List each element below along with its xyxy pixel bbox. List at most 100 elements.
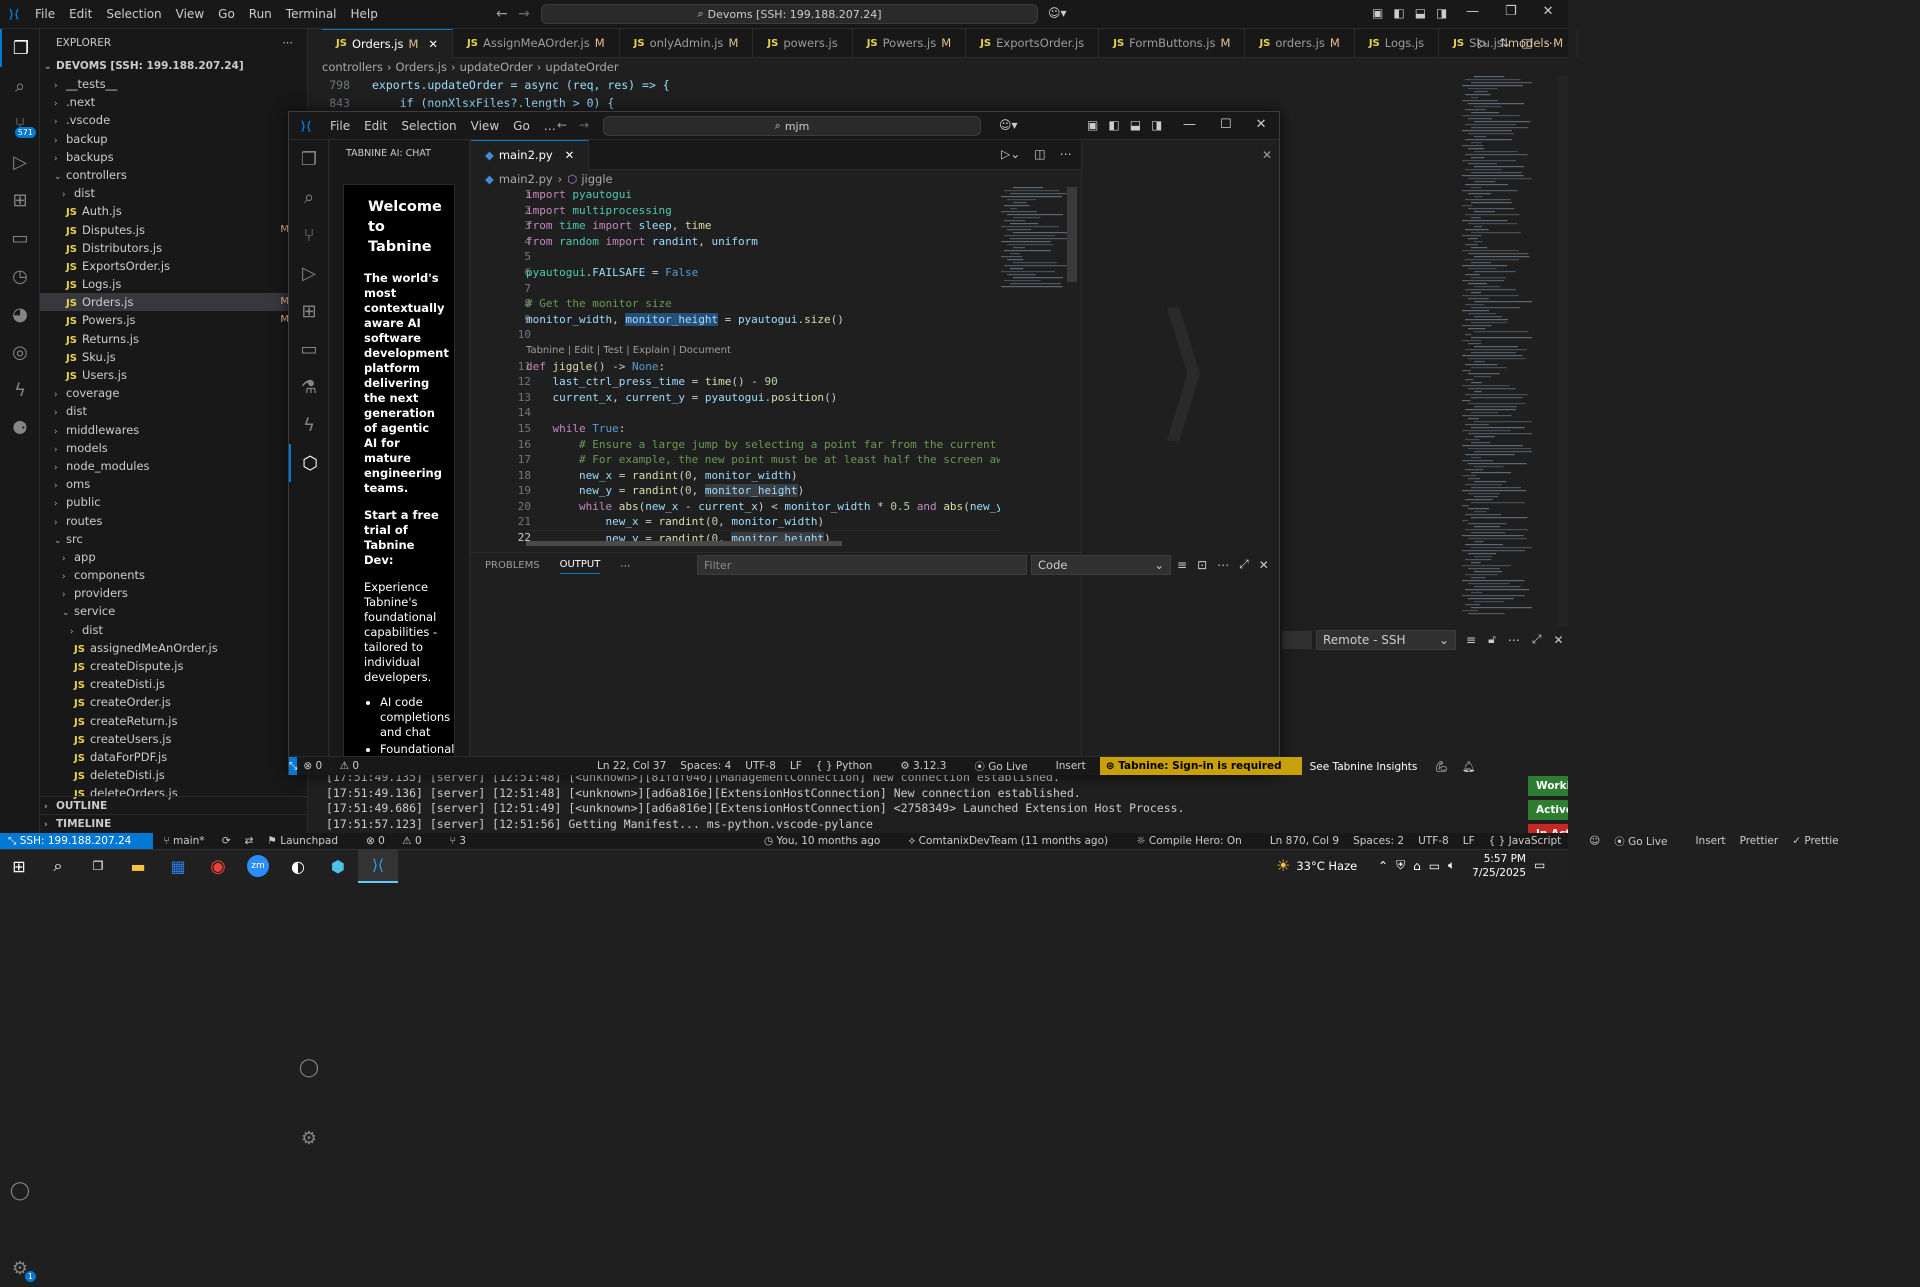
folder-item[interactable]: › models	[40, 439, 307, 457]
settings-gear-icon[interactable]: ⚙	[289, 1126, 329, 1150]
menu-go[interactable]: Go	[211, 7, 242, 21]
folder-item[interactable]: › routes	[40, 512, 307, 530]
zoom-icon[interactable]: zm	[238, 855, 278, 877]
toggle-sidebar-icon[interactable]: ◧	[1108, 118, 1119, 132]
menu-edit[interactable]: Edit	[62, 7, 99, 21]
forward-arrow-icon[interactable]: →	[518, 6, 530, 22]
task-view-icon[interactable]: ❐	[78, 859, 118, 873]
file-item[interactable]: JS assignedMeAnOrder.js	[40, 639, 307, 657]
more-actions-icon[interactable]: ⋯	[283, 37, 294, 49]
breadcrumb-item[interactable]: jiggle	[581, 172, 612, 186]
close-secondary-icon[interactable]: ✕	[1262, 148, 1272, 162]
folder-item[interactable]: › components	[40, 566, 307, 584]
folder-item[interactable]: › .vscode	[40, 111, 307, 129]
output-channel-select[interactable]: Remote - SSH ⌄	[1316, 630, 1456, 650]
folder-item[interactable]: › coverage	[40, 384, 307, 402]
go-live-status[interactable]: ⦿ Go Live	[1614, 834, 1681, 849]
language-status[interactable]: { } JavaScript	[1489, 835, 1576, 847]
run-debug-icon[interactable]: ▷	[0, 143, 40, 181]
file-item[interactable]: JS deleteDisti.js	[40, 766, 307, 784]
branch-status[interactable]: ⑂ main* ⟳	[163, 835, 230, 847]
editor-tab[interactable]: JS Orders.js M ✕	[322, 28, 454, 58]
file-explorer-icon[interactable]: ▬	[118, 857, 158, 876]
vscode-insiders-icon[interactable]: ⬢	[318, 857, 358, 876]
encoding-status[interactable]: UTF-8	[1418, 835, 1449, 847]
folder-item[interactable]: › providers	[40, 584, 307, 602]
file-item[interactable]: JS Orders.js M	[40, 293, 307, 312]
file-item[interactable]: JS ExportsOrder.js	[40, 257, 307, 275]
show-hidden-icons-icon[interactable]: ⌃	[1378, 859, 1388, 873]
cursor-position[interactable]: Ln 870, Col 9	[1270, 835, 1339, 847]
file-item[interactable]: JS Powers.js M	[40, 311, 307, 329]
launchpad-status[interactable]: ⚑ Launchpad	[267, 835, 352, 847]
folder-item[interactable]: ⌄ src	[40, 530, 307, 548]
menu-selection[interactable]: Selection	[99, 7, 168, 21]
language-status[interactable]: { } Python	[816, 760, 886, 772]
clear-output-icon[interactable]: ≡	[1177, 558, 1187, 572]
tabnine-icon[interactable]: ⬡	[289, 444, 329, 482]
outer-scrollbar[interactable]	[1558, 76, 1568, 626]
security-tray-icon[interactable]: ⛨	[1396, 858, 1405, 873]
file-item[interactable]: JS Returns.js	[40, 330, 307, 348]
search-icon[interactable]: ⌕	[0, 67, 40, 105]
copilot-status-icon[interactable]: ☺	[1589, 835, 1600, 847]
blame-status[interactable]: ◷ You, 10 months ago	[764, 835, 894, 847]
minimize-icon[interactable]: —	[1466, 4, 1479, 19]
timeline-section[interactable]: › TIMELINE	[40, 814, 307, 832]
more-icon[interactable]: ⋯	[1508, 633, 1520, 647]
remote-explorer-icon[interactable]: ▭	[289, 330, 329, 368]
search-icon[interactable]: ⌕	[289, 178, 329, 216]
more-icon[interactable]: ⋯	[1060, 147, 1072, 161]
editor-tab[interactable]: JS FormButtons.js M	[1099, 28, 1246, 58]
sync-icon[interactable]: ⇄	[245, 835, 254, 847]
close-tab-icon[interactable]: ✕	[428, 37, 438, 51]
insert-mode-status[interactable]: Insert	[1695, 835, 1725, 847]
more-icon[interactable]: ⋯	[1545, 36, 1557, 50]
remote-status[interactable]: ⤡ SSH: 199.188.207.24	[0, 833, 154, 849]
store-icon[interactable]: ▦	[158, 857, 198, 876]
file-item[interactable]: JS Users.js	[40, 366, 307, 384]
toggle-panel-icon[interactable]: ⬓	[1130, 118, 1141, 132]
more-icon[interactable]: ⋯	[1217, 558, 1229, 572]
outer-minimap[interactable]	[1462, 76, 1558, 626]
folder-item[interactable]: › __tests__	[40, 75, 307, 93]
close-icon[interactable]: ✕	[1256, 117, 1267, 132]
file-item[interactable]: JS Disputes.js M	[40, 221, 307, 239]
breadcrumb-item[interactable]: controllers	[322, 60, 383, 74]
panel-tab-output[interactable]: OUTPUT	[559, 559, 601, 574]
editor-tab[interactable]: JS onlyAdmin.js M	[620, 28, 754, 58]
problems-status[interactable]: ⊗ 0 ⚠ 0	[303, 760, 373, 772]
folder-item[interactable]: › dist	[40, 402, 307, 420]
file-item[interactable]: JS Distributors.js	[40, 239, 307, 257]
eol-status[interactable]: LF	[1463, 835, 1475, 847]
menu-terminal[interactable]: Terminal	[279, 7, 344, 21]
command-center[interactable]: ⌕ Devoms [SSH: 199.188.207.24]	[541, 4, 1038, 24]
folder-item[interactable]: › .next	[40, 93, 307, 111]
remote-icon[interactable]: ⤡	[289, 757, 298, 775]
author-status[interactable]: ⟡ ComtanixDevTeam (11 months ago)	[908, 835, 1122, 848]
menu-file[interactable]: File	[28, 7, 62, 21]
source-control-icon[interactable]: ⑂	[289, 216, 329, 254]
folder-item[interactable]: › public	[40, 493, 307, 511]
close-tab-icon[interactable]: ✕	[565, 148, 575, 162]
inner-menu-item[interactable]: Edit	[357, 119, 394, 133]
notifications-bell-icon[interactable]: 🔔︎	[1462, 760, 1475, 773]
back-arrow-icon[interactable]: ←	[496, 6, 508, 22]
inner-minimap[interactable]	[1001, 187, 1077, 547]
breadcrumb-item[interactable]: updateOrder	[460, 60, 533, 74]
output-filter-input[interactable]: Filter	[697, 555, 1027, 575]
encoding-status[interactable]: UTF-8	[745, 760, 776, 772]
outline-section[interactable]: › OUTLINE	[40, 796, 307, 814]
extensions-icon[interactable]: ⊞	[289, 292, 329, 330]
folder-item[interactable]: › backups	[40, 148, 307, 166]
lightning-icon[interactable]: ϟ	[0, 371, 40, 409]
copilot-icon[interactable]: ☺▾	[999, 118, 1018, 132]
inner-command-center[interactable]: ⌕ mjm	[603, 116, 981, 136]
horizontal-scrollbar[interactable]	[526, 541, 842, 546]
folder-item[interactable]: › oms	[40, 475, 307, 493]
breadcrumb-item[interactable]: main2.py	[499, 172, 553, 186]
notification-toast[interactable]: Workin	[1528, 776, 1568, 796]
file-item[interactable]: JS createDispute.js	[40, 657, 307, 675]
ports-status[interactable]: ⑂ 3	[450, 835, 480, 847]
editor-tab[interactable]: JS AssignMeAOrder.js M	[453, 28, 620, 58]
